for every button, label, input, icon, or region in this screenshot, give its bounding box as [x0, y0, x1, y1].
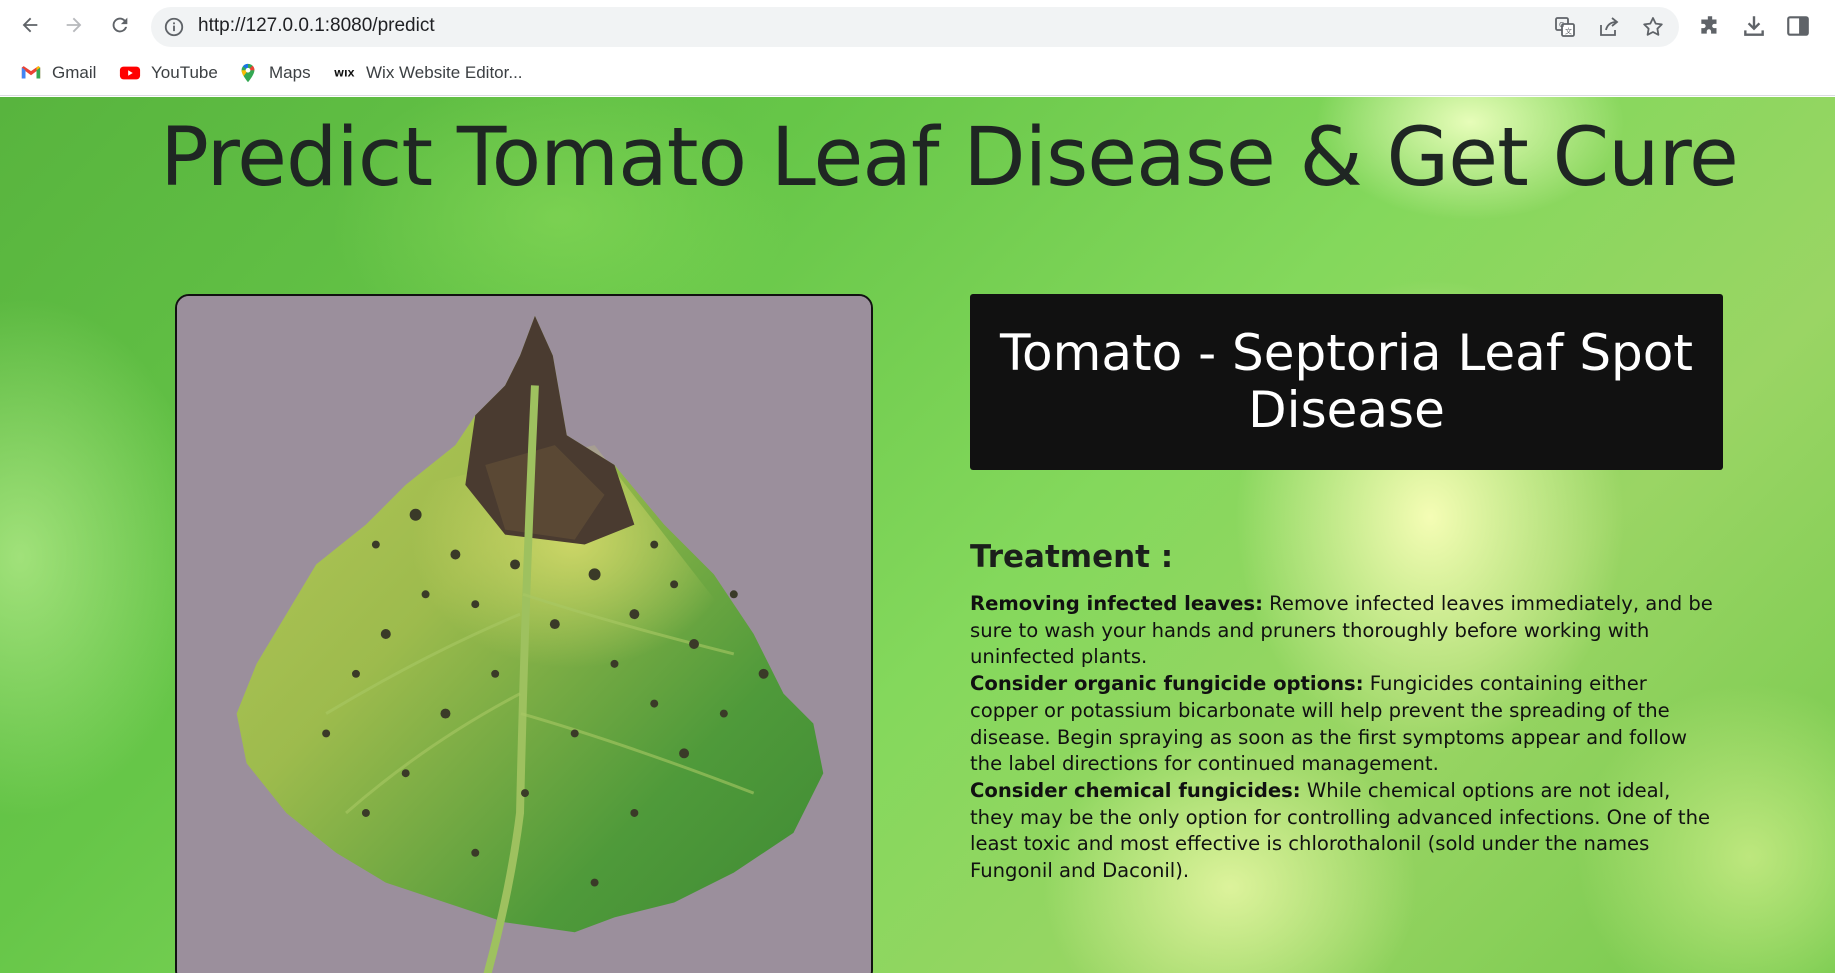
youtube-icon: [119, 62, 141, 84]
back-arrow-icon[interactable]: [15, 10, 45, 40]
page-title: Predict Tomato Leaf Disease & Get Cure: [160, 111, 1739, 205]
wix-icon: WIX: [334, 62, 356, 84]
page-content: Predict Tomato Leaf Disease & Get Cure T…: [0, 97, 1835, 973]
site-info-icon[interactable]: [163, 16, 185, 38]
bookmark-label: YouTube: [151, 63, 218, 82]
share-icon[interactable]: [1597, 15, 1621, 39]
extensions-icon[interactable]: [1697, 13, 1723, 39]
bookmark-star-icon[interactable]: [1641, 15, 1665, 39]
treatment-item: Consider chemical fungicides: While chem…: [970, 778, 1720, 885]
treatment-list: Removing infected leaves: Remove infecte…: [970, 591, 1720, 885]
bookmark-youtube[interactable]: YouTube: [119, 61, 218, 85]
gmail-icon: [20, 62, 42, 84]
url-text[interactable]: http://127.0.0.1:8080/predict: [198, 15, 435, 37]
translate-icon[interactable]: G 文: [1553, 15, 1577, 39]
prediction-label: Tomato - Septoria Leaf Spot Disease: [1000, 323, 1693, 439]
download-icon[interactable]: [1741, 13, 1767, 39]
reload-icon[interactable]: [105, 10, 135, 40]
bookmark-label: Maps: [269, 63, 311, 82]
bookmarks-bar: Gmail YouTube Maps WIX Wix Website Edito…: [0, 52, 1835, 96]
bookmark-maps[interactable]: Maps: [237, 61, 311, 85]
treatment-label: Removing infected leaves:: [970, 592, 1263, 615]
treatment-label: Consider organic fungicide options:: [970, 672, 1364, 696]
treatment-label: Consider chemical fungicides:: [970, 778, 1301, 802]
svg-text:WIX: WIX: [334, 69, 355, 80]
maps-icon: [237, 62, 259, 84]
treatment-item: Removing infected leaves: Remove infecte…: [970, 591, 1720, 671]
bookmark-label: Wix Website Editor...: [366, 63, 523, 82]
address-bar[interactable]: http://127.0.0.1:8080/predict G 文: [151, 7, 1679, 47]
browser-toolbar: http://127.0.0.1:8080/predict G 文: [0, 0, 1835, 52]
prediction-result: Tomato - Septoria Leaf Spot Disease: [970, 294, 1723, 470]
treatment-heading: Treatment :: [970, 539, 1174, 575]
leaf-image: [175, 294, 873, 973]
forward-arrow-icon[interactable]: [59, 10, 89, 40]
treatment-item: Consider organic fungicide options: Fung…: [970, 671, 1720, 778]
side-panel-icon[interactable]: [1785, 13, 1811, 39]
svg-text:文: 文: [1565, 27, 1572, 36]
bookmark-gmail[interactable]: Gmail: [20, 61, 96, 85]
svg-text:G: G: [1559, 21, 1564, 29]
bookmark-wix[interactable]: WIX Wix Website Editor...: [334, 61, 523, 85]
bookmark-label: Gmail: [52, 63, 97, 82]
